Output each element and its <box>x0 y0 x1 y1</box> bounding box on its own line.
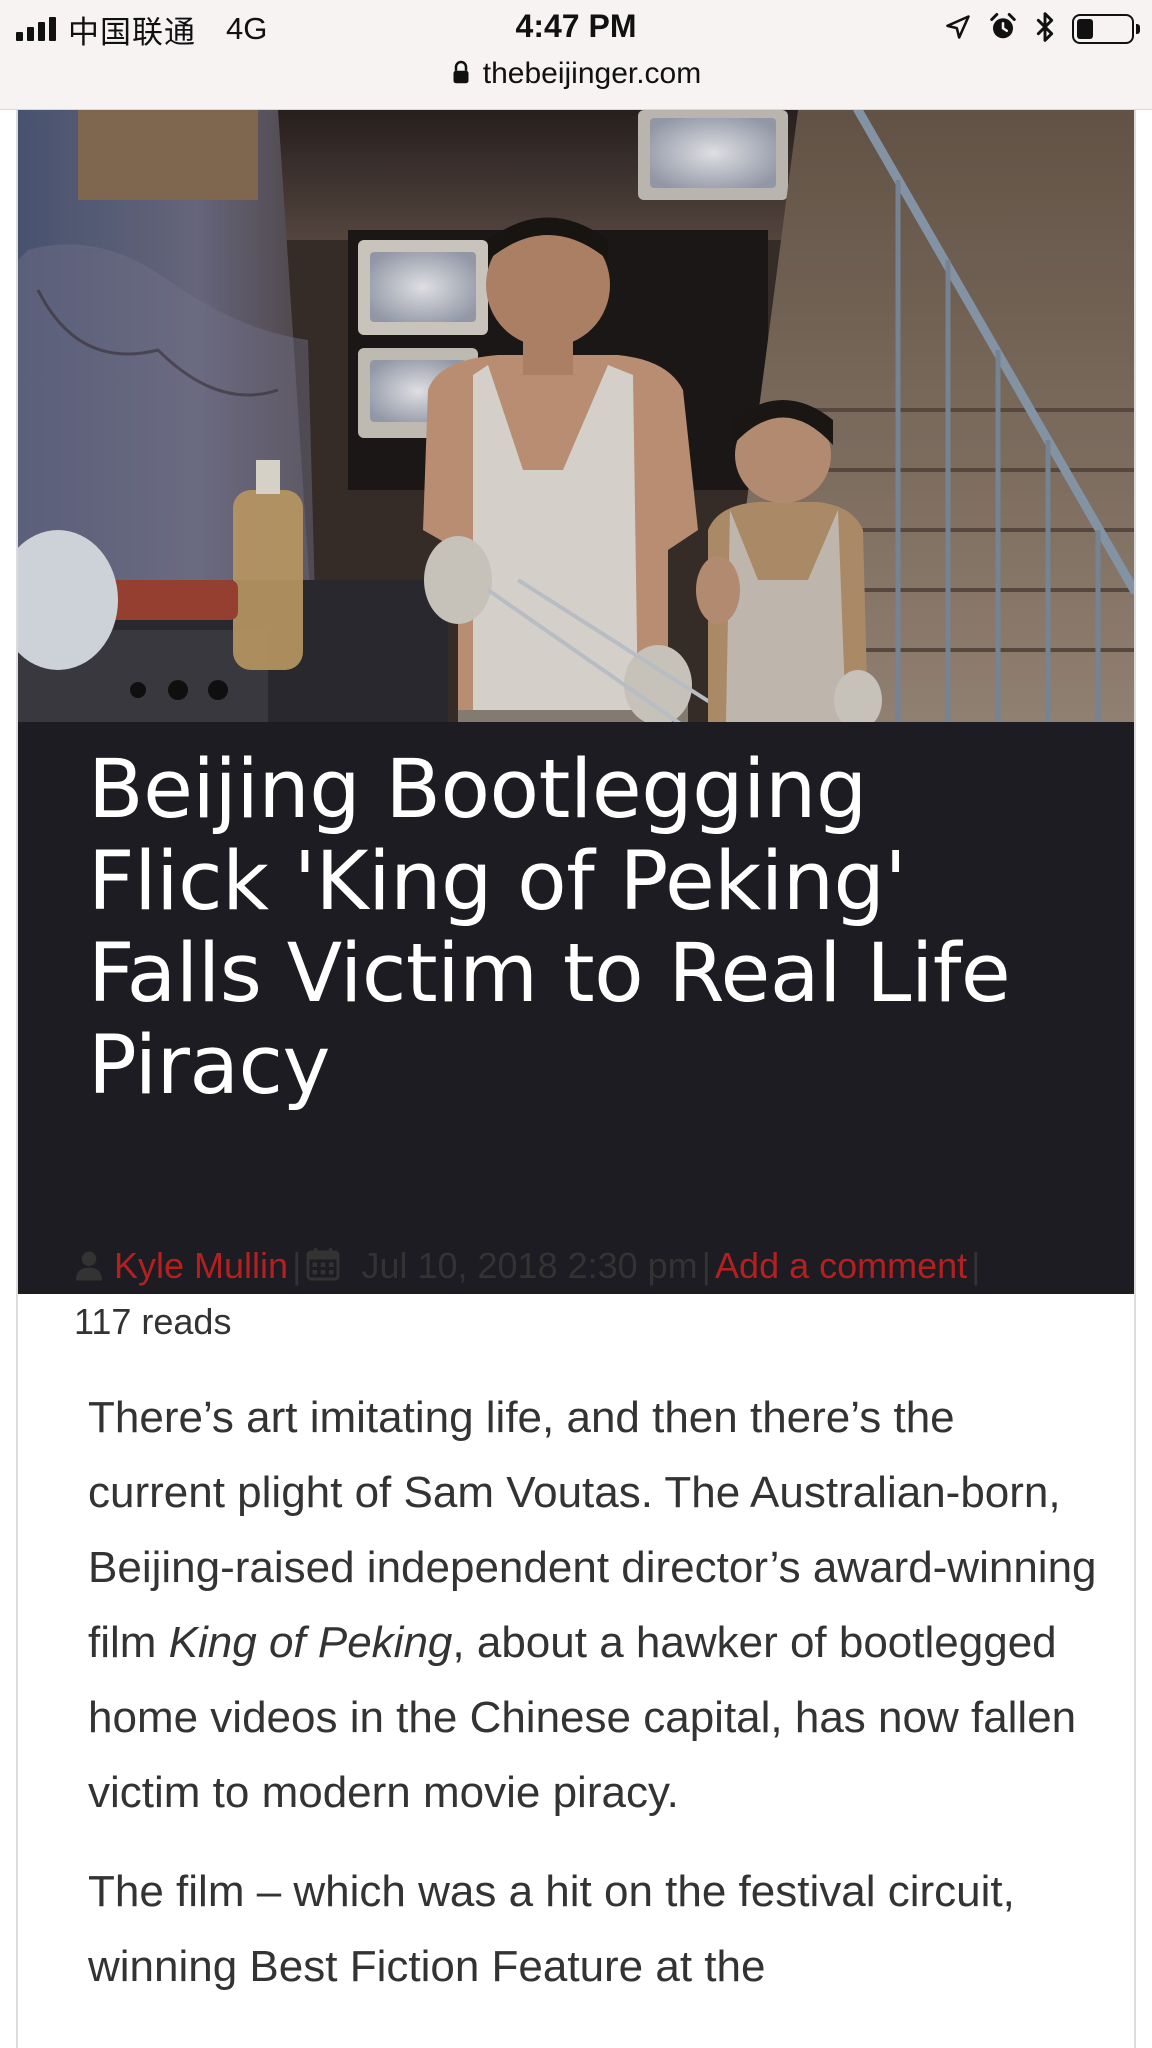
article-paragraph: The film – which was a hit on the festiv… <box>88 1867 1015 1991</box>
alarm-icon <box>988 12 1018 47</box>
film-title: King of Peking <box>168 1618 453 1667</box>
status-bar: 中国联通 4G 4:47 PM thebeijinger.com <box>0 0 1152 110</box>
bluetooth-icon <box>1034 11 1056 48</box>
lock-icon <box>451 59 471 90</box>
author-link[interactable]: Kyle Mullin <box>114 1245 288 1286</box>
address-bar[interactable]: thebeijinger.com <box>0 54 1152 94</box>
article-title: Beijing Bootlegging Flick 'King of Pekin… <box>88 743 1011 1113</box>
user-icon <box>74 1244 104 1296</box>
article-meta: Kyle Mullin | Jul 10, 2018 2:30 pm | Add a … <box>74 1240 1114 1348</box>
article-body: There’s art imitating life, and then the… <box>88 1380 1098 2028</box>
status-right <box>944 10 1140 48</box>
battery-level <box>1077 19 1093 39</box>
hero-image <box>18 110 1134 722</box>
hero-illustration <box>18 110 1134 722</box>
meta-separator: | <box>701 1245 712 1286</box>
meta-separator: | <box>971 1245 981 1286</box>
article-paragraph: There’s art imitating life, and then the… <box>88 1380 1098 1830</box>
article-title-banner: Beijing Bootlegging Flick 'King of Pekin… <box>18 722 1134 1294</box>
battery-icon <box>1072 14 1140 44</box>
location-arrow-icon <box>944 13 972 46</box>
meta-separator: | <box>292 1245 302 1286</box>
web-page: Beijing Bootlegging Flick 'King of Pekin… <box>16 110 1136 2048</box>
add-comment-link[interactable]: Add a comment <box>715 1245 967 1286</box>
read-count: 117 reads <box>74 1301 232 1342</box>
url-text[interactable]: thebeijinger.com <box>483 57 701 91</box>
publish-date: Jul 10, 2018 2:30 pm <box>361 1245 698 1286</box>
calendar-icon <box>305 1244 341 1296</box>
